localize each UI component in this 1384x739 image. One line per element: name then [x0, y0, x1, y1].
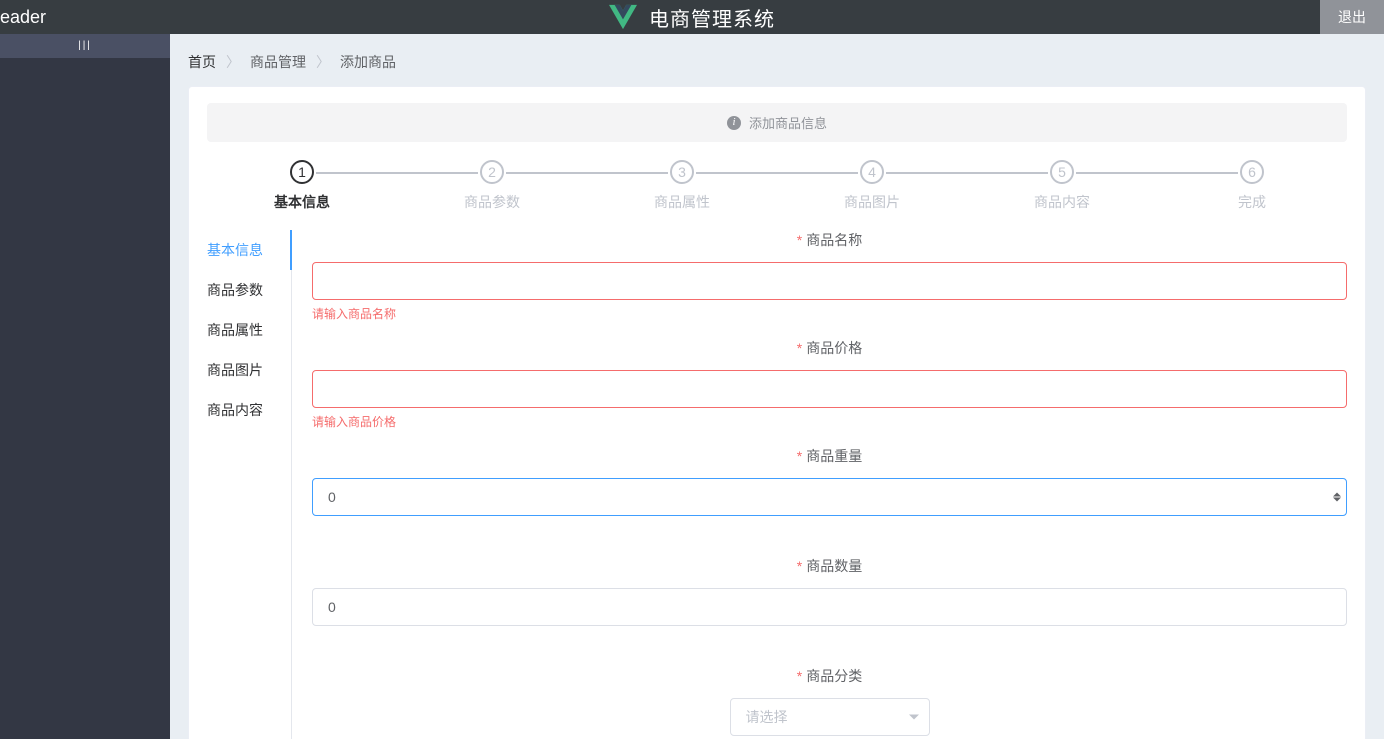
- goods-price-error: 请输入商品价格: [312, 412, 1347, 428]
- required-mark: *: [797, 558, 802, 574]
- step-label: 商品内容: [967, 192, 1157, 212]
- chevron-down-icon: [909, 715, 919, 720]
- header-center: 电商管理系统: [609, 3, 775, 32]
- step-basic-info: 1 基本信息: [207, 160, 397, 212]
- tab-goods-content[interactable]: 商品内容: [207, 390, 291, 430]
- step-label: 完成: [1157, 192, 1347, 212]
- required-mark: *: [797, 448, 802, 464]
- step-goods-params: 2 商品参数: [397, 160, 587, 212]
- step-goods-content: 5 商品内容: [967, 160, 1157, 212]
- step-label: 商品图片: [777, 192, 967, 212]
- main-content: 首页 〉 商品管理 〉 添加商品 i 添加商品信息 1 基本信息 2 商品参: [170, 34, 1384, 739]
- spinner-up-icon[interactable]: [1333, 493, 1341, 497]
- info-icon: i: [727, 116, 741, 130]
- breadcrumb-home[interactable]: 首页: [188, 52, 216, 72]
- step-number: 2: [480, 160, 504, 184]
- vertical-tabs: 基本信息 商品参数 商品属性 商品图片 商品内容: [207, 230, 292, 739]
- app-header: eader 电商管理系统 退出: [0, 0, 1384, 34]
- required-mark: *: [797, 232, 802, 248]
- progress-steps: 1 基本信息 2 商品参数 3 商品属性 4 商品图片: [207, 160, 1347, 212]
- step-goods-images: 4 商品图片: [777, 160, 967, 212]
- sidebar: |||: [0, 34, 170, 739]
- header-left-text: eader: [0, 7, 46, 28]
- step-number: 4: [860, 160, 884, 184]
- step-label: 商品参数: [397, 192, 587, 212]
- goods-price-input[interactable]: [312, 370, 1347, 408]
- goods-qty-input[interactable]: [312, 588, 1347, 626]
- tab-basic-info[interactable]: 基本信息: [207, 230, 291, 270]
- goods-name-label: *商品名称: [312, 230, 1347, 250]
- chevron-right-icon: 〉: [316, 52, 330, 72]
- info-alert: i 添加商品信息: [207, 103, 1347, 142]
- required-mark: *: [797, 340, 802, 356]
- sidebar-collapse-toggle[interactable]: |||: [0, 34, 170, 58]
- tab-goods-attrs[interactable]: 商品属性: [207, 310, 291, 350]
- chevron-right-icon: 〉: [226, 52, 240, 72]
- step-number: 1: [290, 160, 314, 184]
- goods-name-error: 请输入商品名称: [312, 304, 1347, 320]
- content-card: i 添加商品信息 1 基本信息 2 商品参数 3 商品属性: [188, 86, 1366, 739]
- step-number: 6: [1240, 160, 1264, 184]
- required-mark: *: [797, 668, 802, 684]
- step-number: 5: [1050, 160, 1074, 184]
- breadcrumb-add: 添加商品: [340, 52, 396, 72]
- goods-category-cascader[interactable]: 请选择: [730, 698, 930, 736]
- number-spinner[interactable]: [1333, 493, 1341, 502]
- goods-weight-label: *商品重量: [312, 446, 1347, 466]
- spinner-down-icon[interactable]: [1333, 498, 1341, 502]
- goods-name-input[interactable]: [312, 262, 1347, 300]
- goods-qty-label: *商品数量: [312, 556, 1347, 576]
- goods-weight-input[interactable]: [312, 478, 1347, 516]
- step-label: 商品属性: [587, 192, 777, 212]
- form: *商品名称 请输入商品名称 *商品价格 请输入商品价格: [292, 230, 1347, 739]
- app-title: 电商管理系统: [649, 3, 775, 32]
- step-label: 基本信息: [207, 192, 397, 212]
- tab-goods-images[interactable]: 商品图片: [207, 350, 291, 390]
- logout-button[interactable]: 退出: [1320, 0, 1384, 34]
- cascader-placeholder: 请选择: [746, 707, 788, 727]
- goods-price-label: *商品价格: [312, 338, 1347, 358]
- step-goods-attrs: 3 商品属性: [587, 160, 777, 212]
- vue-logo-icon: [609, 3, 637, 31]
- alert-text: 添加商品信息: [749, 113, 827, 132]
- step-finish: 6 完成: [1157, 160, 1347, 212]
- tab-goods-params[interactable]: 商品参数: [207, 270, 291, 310]
- step-number: 3: [670, 160, 694, 184]
- breadcrumb-goods[interactable]: 商品管理: [250, 52, 306, 72]
- goods-category-label: *商品分类: [312, 666, 1347, 686]
- breadcrumb: 首页 〉 商品管理 〉 添加商品: [188, 52, 1366, 72]
